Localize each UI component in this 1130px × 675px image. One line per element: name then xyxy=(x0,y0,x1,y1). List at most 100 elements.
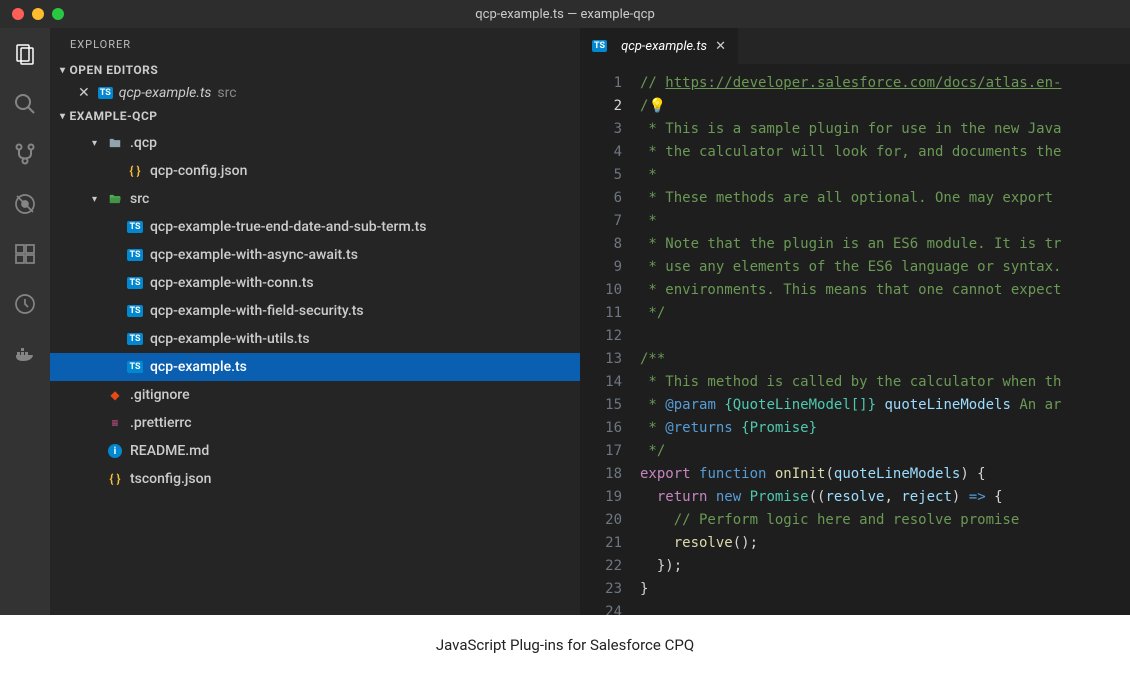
extensions-icon[interactable] xyxy=(11,240,39,268)
open-editors-header[interactable]: ▾ OPEN EDITORS xyxy=(50,59,580,81)
line-number: 18 xyxy=(580,463,622,486)
ts-icon: TS xyxy=(126,249,144,261)
code-content[interactable]: // https://developer.salesforce.com/docs… xyxy=(632,64,1130,615)
salesforce-icon[interactable] xyxy=(11,290,39,318)
ts-icon: TS xyxy=(98,87,113,99)
caret-down-icon: ▾ xyxy=(92,138,106,149)
tree-item[interactable]: ≡ .prettierrc xyxy=(50,409,580,437)
tree-item[interactable]: TSqcp-example-with-field-security.ts xyxy=(50,297,580,325)
caption: JavaScript Plug-ins for Salesforce CPQ xyxy=(0,615,1130,675)
tree-item[interactable]: { } tsconfig.json xyxy=(50,465,580,493)
window-controls xyxy=(0,8,64,20)
tree-item[interactable]: ◆.gitignore xyxy=(50,381,580,409)
caret-down-icon: ▾ xyxy=(60,65,66,76)
caret-down-icon: ▾ xyxy=(92,194,106,205)
tree-item[interactable]: iREADME.md xyxy=(50,437,580,465)
ts-icon: TS xyxy=(126,361,144,373)
editor-tab[interactable]: TS qcp-example.ts ✕ xyxy=(580,28,738,64)
code-line: return new Promise((resolve, reject) => … xyxy=(640,486,1130,509)
ts-icon: TS xyxy=(126,305,144,317)
sidebar-title: EXPLORER xyxy=(50,28,580,59)
tree-item-label: .prettierrc xyxy=(130,415,192,431)
workspace-label: EXAMPLE-QCP xyxy=(70,109,158,123)
code-line: * xyxy=(640,164,1130,187)
ts-icon: TS xyxy=(592,40,607,52)
code-line: resolve(); xyxy=(640,532,1130,555)
code-line: * environments. This means that one cann… xyxy=(640,279,1130,302)
json-icon: { } xyxy=(106,472,124,486)
tree-item-label: .qcp xyxy=(130,135,157,151)
tree-item[interactable]: ▾src xyxy=(50,185,580,213)
close-icon[interactable]: ✕ xyxy=(78,85,90,101)
tree-item-label: .gitignore xyxy=(130,387,190,403)
tree-item[interactable]: { }qcp-config.json xyxy=(50,157,580,185)
line-number: 23 xyxy=(580,578,622,601)
line-number: 5 xyxy=(580,164,622,187)
source-control-icon[interactable] xyxy=(11,140,39,168)
line-number: 2 xyxy=(580,95,622,118)
ts-icon: TS xyxy=(126,333,144,345)
code-line xyxy=(640,601,1130,615)
docker-icon[interactable] xyxy=(11,340,39,368)
editor-group: TS qcp-example.ts ✕ 12345678910111213141… xyxy=(580,28,1130,615)
close-window-icon[interactable] xyxy=(12,8,24,20)
maximize-window-icon[interactable] xyxy=(52,8,64,20)
tree-item-label: tsconfig.json xyxy=(130,471,211,487)
open-editor-item[interactable]: ✕ TS qcp-example.ts src xyxy=(50,81,580,105)
info-icon: i xyxy=(106,444,124,458)
tree-item[interactable]: TS qcp-example-with-async-await.ts xyxy=(50,241,580,269)
tree-item-label: qcp-example.ts xyxy=(150,359,247,375)
tree-item-label: qcp-example-with-utils.ts xyxy=(150,331,310,347)
debug-icon[interactable] xyxy=(11,190,39,218)
line-number: 17 xyxy=(580,440,622,463)
tree-item[interactable]: TS qcp-example.ts xyxy=(50,353,580,381)
code-line: /** xyxy=(640,348,1130,371)
line-number: 6 xyxy=(580,187,622,210)
prettier-icon: ≡ xyxy=(106,416,124,430)
minimize-window-icon[interactable] xyxy=(32,8,44,20)
close-icon[interactable]: ✕ xyxy=(715,39,726,54)
line-number: 24 xyxy=(580,601,622,615)
tree-item[interactable]: TSqcp-example-with-conn.ts xyxy=(50,269,580,297)
tree-item-label: qcp-example-with-async-await.ts xyxy=(150,247,358,263)
explorer-icon[interactable] xyxy=(11,40,39,68)
file-tree: ▾.qcp{ }qcp-config.json▾srcTSqcp-example… xyxy=(50,127,580,493)
line-number: 19 xyxy=(580,486,622,509)
code-line: */ xyxy=(640,440,1130,463)
code-line: */ xyxy=(640,302,1130,325)
open-editors-label: OPEN EDITORS xyxy=(70,63,159,77)
code-line: * These methods are all optional. One ma… xyxy=(640,187,1130,210)
line-number: 21 xyxy=(580,532,622,555)
line-number: 13 xyxy=(580,348,622,371)
line-number: 15 xyxy=(580,394,622,417)
code-line: } xyxy=(640,578,1130,601)
line-number: 8 xyxy=(580,233,622,256)
line-number: 20 xyxy=(580,509,622,532)
explorer-sidebar: EXPLORER ▾ OPEN EDITORS ✕ TS qcp-example… xyxy=(50,28,580,615)
tree-item[interactable]: ▾ .qcp xyxy=(50,129,580,157)
tree-item[interactable]: TS qcp-example-with-utils.ts xyxy=(50,325,580,353)
line-number: 16 xyxy=(580,417,622,440)
line-number: 22 xyxy=(580,555,622,578)
tab-name: qcp-example.ts xyxy=(621,39,707,54)
ts-icon: TS xyxy=(126,277,144,289)
code-line: * xyxy=(640,210,1130,233)
code-area[interactable]: 123456789101112131415161718192021222324 … xyxy=(580,64,1130,615)
titlebar: qcp-example.ts — example-qcp xyxy=(0,0,1130,28)
code-line: // https://developer.salesforce.com/docs… xyxy=(640,72,1130,95)
code-line: * This is a sample plugin for use in the… xyxy=(640,118,1130,141)
code-line: /💡 xyxy=(640,95,1130,118)
activity-bar xyxy=(0,28,50,615)
json-icon: { } xyxy=(126,164,144,178)
line-number: 4 xyxy=(580,141,622,164)
code-line: * @param {QuoteLineModel[]} quoteLineMod… xyxy=(640,394,1130,417)
workspace-header[interactable]: ▾ EXAMPLE-QCP xyxy=(50,105,580,127)
open-editor-name: qcp-example.ts xyxy=(119,85,212,101)
code-line: // Perform logic here and resolve promis… xyxy=(640,509,1130,532)
code-line: * @returns {Promise} xyxy=(640,417,1130,440)
tree-item[interactable]: TSqcp-example-true-end-date-and-sub-term… xyxy=(50,213,580,241)
search-icon[interactable] xyxy=(11,90,39,118)
vscode-window: qcp-example.ts — example-qcp xyxy=(0,0,1130,615)
code-line: }); xyxy=(640,555,1130,578)
line-number: 14 xyxy=(580,371,622,394)
